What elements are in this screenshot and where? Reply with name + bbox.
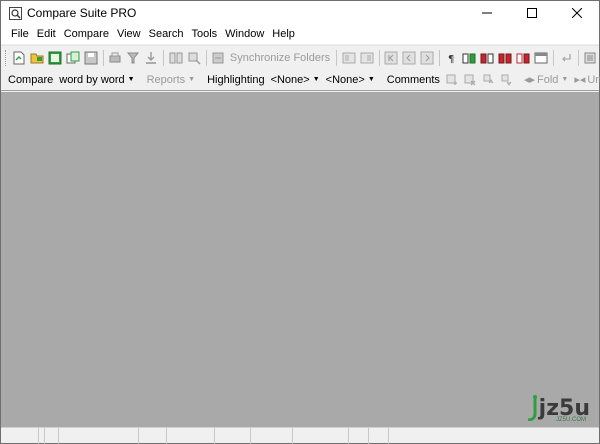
compare-red-both-icon[interactable] — [498, 50, 512, 66]
save-icon[interactable] — [84, 50, 98, 66]
reports-label: Reports — [146, 73, 186, 86]
status-cell — [1, 428, 39, 444]
highlight-right-value: <None> — [325, 73, 365, 86]
app-window: Compare Suite PRO File Edit Compare View… — [0, 0, 600, 444]
menu-edit[interactable]: Edit — [33, 25, 60, 44]
rescan-icon[interactable] — [187, 50, 201, 66]
status-cell — [167, 428, 215, 444]
menu-search[interactable]: Search — [145, 25, 188, 44]
window-title: Compare Suite PRO — [27, 6, 137, 20]
title-bar: Compare Suite PRO — [1, 1, 599, 25]
status-cell — [215, 428, 251, 444]
chevron-down-icon: ▼ — [127, 76, 135, 83]
fold-dropdown[interactable]: ◂▸ Fold ▼ — [521, 73, 571, 87]
close-button[interactable] — [554, 1, 599, 25]
compare-toolbar: Compare word by word ▼ Reports ▼ Highlig… — [1, 69, 600, 91]
chevron-down-icon: ▼ — [367, 76, 375, 83]
prev-comment-icon[interactable] — [481, 72, 495, 88]
status-cell — [59, 428, 139, 444]
next-comment-icon[interactable] — [499, 72, 513, 88]
copy-right-icon[interactable] — [360, 50, 374, 66]
menu-compare[interactable]: Compare — [60, 25, 113, 44]
delete-comment-icon[interactable] — [463, 72, 477, 88]
filter-icon[interactable] — [126, 50, 140, 66]
fold-icon: ◂▸ — [523, 74, 535, 86]
watermark: jz5u JZ5U.COM — [525, 395, 590, 423]
status-cell — [349, 428, 369, 444]
toolbar-grip[interactable] — [5, 49, 7, 66]
status-bar — [1, 427, 599, 444]
compare-red-icon[interactable] — [480, 50, 494, 66]
compare-view-icon[interactable] — [534, 50, 548, 66]
new-comparison-icon[interactable] — [12, 50, 26, 66]
svg-text:¶: ¶ — [448, 54, 454, 65]
chevron-down-icon: ▼ — [188, 76, 196, 83]
compare-mode-dropdown[interactable]: word by word ▼ — [56, 74, 137, 86]
compare-binary-icon[interactable] — [516, 50, 530, 66]
open-files-icon[interactable] — [48, 50, 62, 66]
highlight-left-value: <None> — [270, 73, 310, 86]
status-cell — [251, 428, 293, 444]
copy-left-icon[interactable] — [342, 50, 356, 66]
maximize-icon — [526, 8, 537, 18]
menu-file[interactable]: File — [7, 25, 33, 44]
unfold-icon: ▸◂ — [574, 74, 586, 86]
comments-label: Comments — [386, 73, 440, 86]
menu-tools[interactable]: Tools — [187, 25, 221, 44]
fold-label: Fold — [536, 73, 559, 86]
highlighting-label: Highlighting — [207, 73, 265, 86]
minimize-button[interactable] — [464, 1, 509, 25]
sync-folders-icon — [211, 50, 225, 66]
main-toolbar: Synchronize Folders ¶ — [1, 45, 599, 69]
compare-mode-value: word by word — [59, 73, 125, 86]
chevron-down-icon: ▼ — [312, 76, 320, 83]
minimize-icon — [481, 12, 492, 14]
first-diff-icon[interactable] — [384, 50, 398, 66]
app-logo-icon — [8, 6, 22, 20]
compare-green-icon[interactable] — [462, 50, 476, 66]
watermark-leaf-icon — [527, 395, 537, 421]
unfold-label: Unfold — [587, 73, 600, 86]
menu-view[interactable]: View — [113, 25, 145, 44]
add-comment-icon[interactable] — [445, 72, 459, 88]
mdi-workspace[interactable]: jz5u JZ5U.COM — [1, 92, 599, 427]
pilcrow-icon[interactable]: ¶ — [444, 50, 458, 66]
highlight-right-dropdown[interactable]: <None> ▼ — [323, 74, 378, 86]
unfold-dropdown[interactable]: ▸◂ Unfold ▼ — [571, 73, 600, 87]
print-icon[interactable] — [108, 50, 122, 66]
menu-window[interactable]: Window — [221, 25, 268, 44]
copy-file-icon[interactable] — [66, 50, 80, 66]
status-cell — [45, 428, 59, 444]
return-icon[interactable] — [559, 50, 573, 66]
settings-icon[interactable] — [583, 50, 597, 66]
window-controls — [464, 1, 599, 25]
reports-dropdown[interactable]: Reports ▼ — [144, 74, 198, 86]
synchronize-folders-button[interactable]: Synchronize Folders — [227, 52, 333, 64]
maximize-button[interactable] — [509, 1, 554, 25]
close-icon — [571, 8, 582, 18]
chevron-down-icon: ▼ — [561, 76, 569, 83]
highlight-left-dropdown[interactable]: <None> ▼ — [268, 74, 323, 86]
open-folder-icon[interactable] — [30, 50, 44, 66]
swap-panes-icon[interactable] — [169, 50, 183, 66]
next-diff-icon[interactable] — [420, 50, 434, 66]
status-cell — [293, 428, 349, 444]
export-icon[interactable] — [144, 50, 158, 66]
prev-diff-icon[interactable] — [402, 50, 416, 66]
menu-bar: File Edit Compare View Search Tools Wind… — [1, 25, 599, 44]
menu-help[interactable]: Help — [268, 25, 299, 44]
compare-label: Compare — [8, 73, 54, 86]
watermark-subtext: JZ5U.COM — [556, 417, 586, 423]
status-cell — [369, 428, 389, 444]
status-cell — [139, 428, 167, 444]
